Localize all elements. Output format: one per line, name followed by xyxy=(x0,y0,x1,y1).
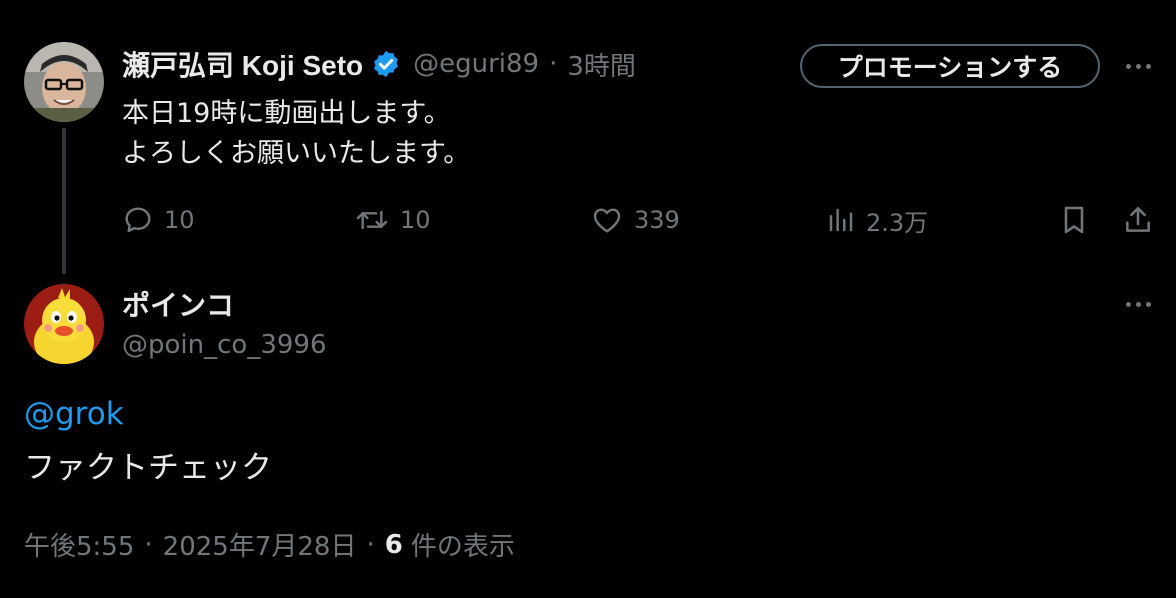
thread-line xyxy=(62,128,66,274)
parent-timestamp[interactable]: 3時間 xyxy=(567,46,636,83)
reply-button[interactable]: 10 xyxy=(122,200,195,240)
verified-badge-icon xyxy=(374,50,398,78)
footer-separator: · xyxy=(144,529,153,560)
bookmark-icon xyxy=(1064,206,1084,234)
like-icon xyxy=(593,208,621,233)
reply-tweet-text: ファクトチェック xyxy=(24,450,272,486)
grok-mention-link[interactable]: @grok xyxy=(24,396,124,432)
views-button[interactable]: 2.3万 xyxy=(826,200,928,240)
parent-tweet-text: 本日19時に動画出します。 よろしくお願いいたします。 xyxy=(122,98,471,169)
parent-handle[interactable]: @eguri89 xyxy=(413,49,539,79)
parent-tweet-header: 瀬戸弘司 Koji Seto @eguri89 · 3時間 xyxy=(122,44,636,84)
reply-icon xyxy=(125,207,151,233)
like-button[interactable]: 339 xyxy=(590,200,680,240)
views-icon xyxy=(829,208,853,232)
more-icon[interactable] xyxy=(1118,294,1158,314)
view-count[interactable]: 6 xyxy=(385,530,403,560)
reply-count: 10 xyxy=(164,206,195,234)
repost-button[interactable]: 10 xyxy=(354,200,431,240)
reply-handle-row: @poin_co_3996 xyxy=(122,326,326,364)
parent-avatar[interactable] xyxy=(24,42,104,122)
views-count: 2.3万 xyxy=(866,208,929,237)
view-label[interactable]: 件の表示 xyxy=(411,526,515,563)
share-button[interactable] xyxy=(1122,200,1164,240)
header-separator: · xyxy=(549,49,558,79)
repost-count: 10 xyxy=(400,206,431,234)
share-icon xyxy=(1126,207,1150,232)
reply-time[interactable]: 午後5:55 xyxy=(24,526,134,563)
reply-date[interactable]: 2025年7月28日 xyxy=(163,526,357,563)
reply-meta-footer: 午後5:55 · 2025年7月28日 · 6 件の表示 xyxy=(24,526,515,563)
promote-button[interactable]: プロモーションする xyxy=(800,44,1100,88)
bookmark-button[interactable] xyxy=(1058,200,1100,240)
reply-author-name[interactable]: ポインコ xyxy=(122,284,234,324)
repost-icon xyxy=(356,210,388,230)
more-icon[interactable] xyxy=(1118,56,1158,76)
parent-author-name[interactable]: 瀬戸弘司 Koji Seto xyxy=(122,44,363,84)
reply-avatar[interactable] xyxy=(24,284,104,364)
reply-author-name-row: ポインコ xyxy=(122,284,234,324)
footer-separator: · xyxy=(366,529,375,560)
reply-handle[interactable]: @poin_co_3996 xyxy=(122,330,326,360)
like-count: 339 xyxy=(634,206,680,234)
